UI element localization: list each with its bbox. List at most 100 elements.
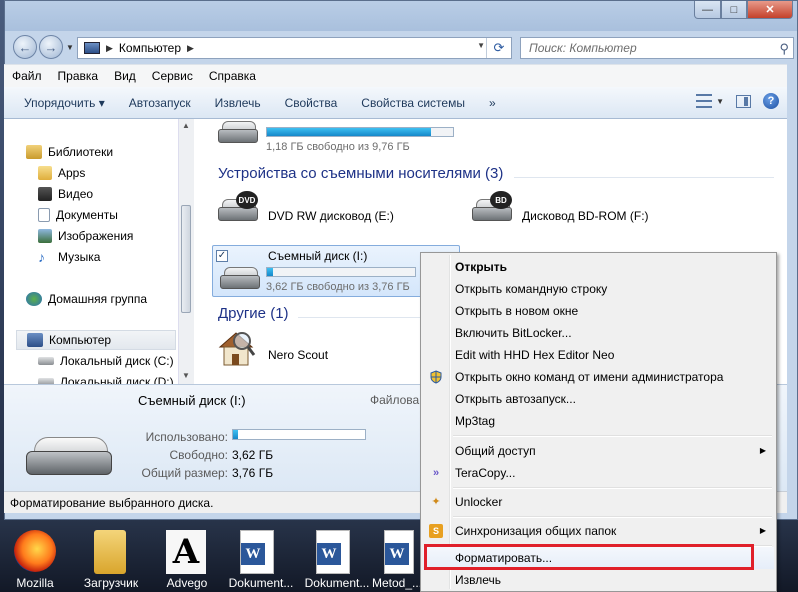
menu-item-admin-cmd[interactable]: Открыть окно команд от имени администрат… (423, 366, 774, 388)
group-header-removable[interactable]: Устройства со съемными носителями (3) (218, 165, 503, 182)
system-properties-button[interactable]: Свойства системы (349, 96, 477, 110)
dvd-drive-icon: DVD (218, 191, 260, 223)
minimize-button[interactable]: — (694, 1, 721, 19)
taskbar-item-document-1[interactable]: W Dokument... (226, 526, 296, 592)
menu-item-label: Открыть окно команд от имени администрат… (455, 370, 724, 384)
view-controls: ▼ ? (696, 93, 779, 109)
word-document-icon: W (384, 530, 414, 574)
taskbar-label: Advego (166, 576, 208, 590)
sidebar-item-homegroup[interactable]: Домашняя группа (26, 289, 147, 309)
sidebar-item-music[interactable]: ♪ Музыка (38, 247, 100, 267)
address-bar[interactable]: ▶ Компьютер ▶ ▼ ⟳ (77, 37, 512, 59)
sidebar-item-computer[interactable]: Компьютер (16, 330, 176, 350)
history-dropdown[interactable]: ▼ (66, 43, 74, 52)
menu-view[interactable]: Вид (106, 69, 144, 83)
chevron-right-icon[interactable]: ▶ (187, 43, 194, 54)
menu-item-open-cmd[interactable]: Открыть командную строку (423, 278, 774, 300)
unlocker-wand-icon: ✦ (431, 496, 441, 508)
menu-item-autorun[interactable]: Открыть автозапуск... (423, 388, 774, 410)
menu-item-unlocker[interactable]: ✦ Unlocker (423, 491, 774, 513)
taskbar-label: Dokument... (228, 576, 294, 590)
menu-item-share[interactable]: Общий доступ ▶ (423, 440, 774, 462)
nero-scout-name[interactable]: Nero Scout (268, 348, 328, 362)
autoplay-button[interactable]: Автозапуск (117, 96, 203, 110)
sidebar-item-label: Видео (58, 187, 94, 201)
libraries-icon (26, 145, 42, 159)
menu-help[interactable]: Справка (201, 69, 264, 83)
group-header-other[interactable]: Другие (1) (218, 305, 289, 322)
preview-pane-icon[interactable] (736, 94, 751, 108)
maximize-button[interactable]: □ (721, 1, 747, 19)
menu-edit[interactable]: Правка (50, 69, 107, 83)
sidebar-item-local-c[interactable]: Локальный диск (C:) (38, 351, 174, 371)
sidebar-item-label: Документы (56, 208, 118, 222)
navigation-pane: Библиотеки Apps Видео Документы Изображе… (4, 119, 178, 384)
menu-item-label: Синхронизация общих папок (455, 524, 617, 538)
usage-fill (267, 128, 431, 136)
refresh-icon: ⟳ (493, 40, 505, 55)
search-placeholder: Поиск: Компьютер (529, 41, 637, 55)
scroll-down-icon[interactable]: ▼ (182, 371, 190, 380)
taskbar-label: Mozilla (16, 576, 54, 590)
scrollbar-thumb[interactable] (181, 205, 191, 313)
refresh-button[interactable]: ⟳ (486, 38, 511, 58)
menu-item-bitlocker[interactable]: Включить BitLocker... (423, 322, 774, 344)
view-dropdown-icon[interactable]: ▼ (716, 97, 724, 106)
menu-item-label: Mp3tag (455, 414, 496, 428)
sidebar-item-libraries[interactable]: Библиотеки (26, 142, 113, 162)
homegroup-icon (26, 292, 42, 306)
folder-icon (38, 166, 52, 180)
menu-file[interactable]: Файл (4, 69, 50, 83)
organize-button[interactable]: Упорядочить ▾ (4, 96, 117, 110)
menu-item-sync-folders[interactable]: S Синхронизация общих папок ▶ (423, 520, 774, 542)
item-checkbox[interactable]: ✓ (216, 250, 228, 262)
sidebar-item-images[interactable]: Изображения (38, 226, 133, 246)
search-input[interactable]: Поиск: Компьютер ⚲ (520, 37, 794, 59)
navigation-scrollbar[interactable]: ▲ ▼ (178, 119, 194, 384)
back-button[interactable]: ← (13, 35, 37, 59)
menu-separator (453, 487, 772, 489)
menu-item-eject[interactable]: Извлечь (423, 569, 774, 591)
menu-separator (453, 516, 772, 518)
taskbar-item-mozilla[interactable]: Mozilla (0, 526, 70, 592)
nero-scout-icon (216, 327, 256, 369)
details-title: Съемный диск (I:) (138, 393, 246, 408)
address-segment[interactable]: Компьютер (119, 41, 181, 55)
menu-item-teracopy[interactable]: » TeraCopy... (423, 462, 774, 484)
dvd-drive-name[interactable]: DVD RW дисковод (E:) (268, 209, 394, 223)
forward-button[interactable]: → (39, 35, 63, 59)
local-drive-icon (218, 121, 260, 145)
close-button[interactable]: ✕ (747, 1, 793, 19)
address-dropdown-icon[interactable]: ▼ (477, 41, 485, 50)
taskbar-item-metod[interactable]: W Metod_... (372, 526, 420, 592)
help-icon[interactable]: ? (763, 93, 779, 109)
removable-drive-sub: 3,62 ГБ свободно из 3,76 ГБ (266, 281, 410, 293)
sidebar-item-apps[interactable]: Apps (38, 163, 85, 183)
sidebar-item-label: Библиотеки (48, 145, 114, 159)
menu-item-open-new-window[interactable]: Открыть в новом окне (423, 300, 774, 322)
sidebar-item-video[interactable]: Видео (38, 184, 93, 204)
taskbar-item-loader[interactable]: Загрузчик (76, 526, 146, 592)
taskbar-item-document-2[interactable]: W Dokument... (302, 526, 372, 592)
format-highlight-box (424, 544, 754, 570)
chevron-right-icon[interactable]: ▶ (106, 43, 113, 54)
sidebar-item-local-d[interactable]: Локальный диск (D:) (38, 372, 174, 384)
scroll-up-icon[interactable]: ▲ (182, 121, 190, 130)
menu-item-mp3tag[interactable]: Mp3tag (423, 410, 774, 432)
title-bar[interactable]: — □ ✕ (5, 1, 797, 31)
bd-drive-icon: BD (472, 191, 514, 223)
more-commands-button[interactable]: » (477, 96, 508, 110)
properties-button[interactable]: Свойства (273, 96, 350, 110)
view-options-icon[interactable] (696, 94, 713, 108)
eject-button[interactable]: Извлечь (203, 96, 273, 110)
removable-drive-name[interactable]: Съемный диск (I:) (268, 249, 367, 263)
bd-drive-name[interactable]: Дисковод BD-ROM (F:) (522, 209, 649, 223)
taskbar-item-advego[interactable]: A Advego (152, 526, 222, 592)
music-icon: ♪ (38, 249, 45, 265)
menu-tools[interactable]: Сервис (144, 69, 201, 83)
menu-item-open[interactable]: Открыть (423, 256, 774, 278)
drive-icon (38, 357, 54, 365)
sidebar-item-documents[interactable]: Документы (38, 205, 118, 225)
menu-separator (453, 435, 772, 437)
menu-item-hhd-editor[interactable]: Edit with HHD Hex Editor Neo (423, 344, 774, 366)
